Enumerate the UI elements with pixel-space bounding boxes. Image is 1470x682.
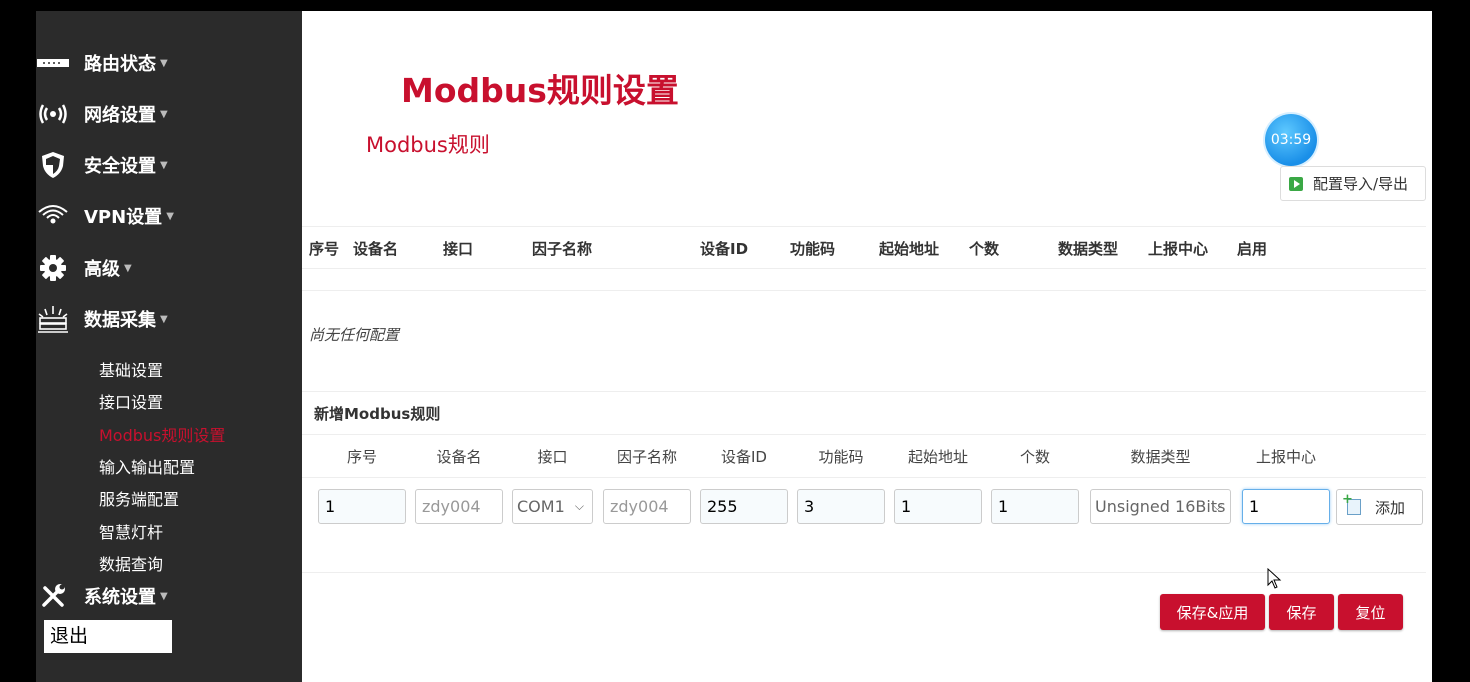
table-header-device-id: 设备ID xyxy=(700,240,749,258)
subnav-server-config[interactable]: 服务端配置 xyxy=(99,486,179,510)
new-rule-title: 新增Modbus规则 xyxy=(314,405,441,423)
nav-label: 安全设置 xyxy=(84,156,156,177)
page-title: Modbus规则设置 xyxy=(401,71,679,110)
start-address-input[interactable]: 1 xyxy=(894,489,982,524)
form-header-seq: 序号 xyxy=(346,448,377,466)
form-header-device: 设备名 xyxy=(436,448,482,466)
seq-input[interactable]: 1 xyxy=(318,489,406,524)
data-type-value: Unsigned 16Bits xyxy=(1095,497,1226,516)
chevron-down-icon: ⌵ xyxy=(1212,499,1222,513)
table-header-seq: 序号 xyxy=(309,240,340,258)
divider xyxy=(302,391,1426,392)
count-input[interactable]: 1 xyxy=(991,489,1079,524)
subnav-data-query[interactable]: 数据查询 xyxy=(99,551,163,575)
shield-icon xyxy=(36,151,70,179)
gear-icon xyxy=(36,254,70,282)
table-header-data-type: 数据类型 xyxy=(1058,240,1119,258)
nav-system[interactable]: 系统设置 ▼ xyxy=(36,581,168,611)
wifi-icon xyxy=(36,202,70,230)
nav-vpn[interactable]: VPN设置 ▼ xyxy=(36,201,174,231)
subnav-interface-settings[interactable]: 接口设置 xyxy=(99,389,163,413)
nav-label: 高级 xyxy=(84,259,120,280)
subnav-smart-pole[interactable]: 智慧灯杆 xyxy=(99,519,163,543)
nav-network[interactable]: 网络设置 ▼ xyxy=(36,99,168,129)
table-header-device: 设备名 xyxy=(353,240,399,258)
form-header-device-id: 设备ID xyxy=(721,448,767,466)
table-header-interface: 接口 xyxy=(443,240,474,258)
form-header-count: 个数 xyxy=(1019,448,1050,466)
logout-button[interactable]: 退出 xyxy=(44,620,172,653)
chevron-down-icon: ▼ xyxy=(160,57,168,69)
device-id-input[interactable]: 255 xyxy=(700,489,788,524)
chevron-down-icon: ▼ xyxy=(160,159,168,171)
divider xyxy=(302,434,1426,435)
nav-label: 路由状态 xyxy=(84,54,156,75)
import-export-button[interactable]: 配置导入/导出 xyxy=(1280,166,1426,201)
table-header-factor: 因子名称 xyxy=(532,240,593,258)
data-type-select[interactable]: Unsigned 16Bits ⌵ xyxy=(1090,489,1231,524)
function-code-input[interactable]: 3 xyxy=(797,489,885,524)
data-collect-icon xyxy=(36,305,70,333)
router-icon xyxy=(36,49,70,77)
form-header-interface: 接口 xyxy=(537,448,568,466)
form-header-data-type: 数据类型 xyxy=(1130,448,1191,466)
divider xyxy=(302,268,1426,269)
nav-advanced[interactable]: 高级 ▼ xyxy=(36,253,132,283)
save-apply-button[interactable]: 保存&应用 xyxy=(1160,594,1265,630)
table-header-report-center: 上报中心 xyxy=(1148,240,1209,258)
import-export-label: 配置导入/导出 xyxy=(1313,175,1409,193)
form-header-start-address: 起始地址 xyxy=(907,448,968,466)
divider xyxy=(302,572,1426,573)
subnav-io-config[interactable]: 输入输出配置 xyxy=(99,454,195,478)
form-header-function-code: 功能码 xyxy=(818,448,864,466)
divider xyxy=(302,226,1426,227)
nav-router-status[interactable]: 路由状态 ▼ xyxy=(36,48,168,78)
chevron-down-icon: ▼ xyxy=(124,262,132,274)
wireless-icon xyxy=(36,100,70,128)
play-icon xyxy=(1289,176,1303,191)
divider xyxy=(302,477,1426,478)
session-timer: 03:59 xyxy=(1265,114,1317,166)
device-name-input[interactable]: zdy004 xyxy=(415,489,503,524)
reset-button[interactable]: 复位 xyxy=(1338,594,1403,630)
section-title: Modbus规则 xyxy=(366,133,490,157)
add-label: 添加 xyxy=(1375,498,1406,517)
nav-label: 网络设置 xyxy=(84,105,156,126)
divider xyxy=(302,290,1426,291)
table-header-function-code: 功能码 xyxy=(790,240,836,258)
nav-label: VPN设置 xyxy=(84,207,163,228)
table-header-start-address: 起始地址 xyxy=(879,240,940,258)
form-header-report-center: 上报中心 xyxy=(1255,448,1316,466)
interface-value: COM1 xyxy=(517,497,565,516)
chevron-down-icon: ▼ xyxy=(160,313,168,325)
subnav-basic-settings[interactable]: 基础设置 xyxy=(99,357,163,381)
tools-icon xyxy=(36,582,70,610)
nav-label: 数据采集 xyxy=(84,310,156,331)
empty-state-text: 尚无任何配置 xyxy=(309,326,400,344)
interface-select[interactable]: COM1 ⌵ xyxy=(512,489,593,524)
form-header-factor: 因子名称 xyxy=(616,448,677,466)
table-header-count: 个数 xyxy=(969,240,1000,258)
add-rule-button[interactable]: 添加 xyxy=(1336,489,1423,525)
report-center-input[interactable]: 1 xyxy=(1242,489,1330,524)
factor-name-input[interactable]: zdy004 xyxy=(603,489,691,524)
chevron-down-icon: ▼ xyxy=(160,108,168,120)
subnav-modbus-rules[interactable]: Modbus规则设置 xyxy=(99,422,225,446)
chevron-down-icon: ▼ xyxy=(160,590,168,602)
mouse-cursor-icon xyxy=(1267,568,1282,589)
nav-label: 系统设置 xyxy=(84,587,156,608)
chevron-down-icon: ▼ xyxy=(166,210,174,222)
save-button[interactable]: 保存 xyxy=(1269,594,1334,630)
nav-security[interactable]: 安全设置 ▼ xyxy=(36,150,168,180)
chevron-down-icon: ⌵ xyxy=(574,499,584,513)
table-header-enabled: 启用 xyxy=(1237,240,1268,258)
nav-data-collect[interactable]: 数据采集 ▼ xyxy=(36,304,168,334)
add-icon xyxy=(1342,492,1361,515)
